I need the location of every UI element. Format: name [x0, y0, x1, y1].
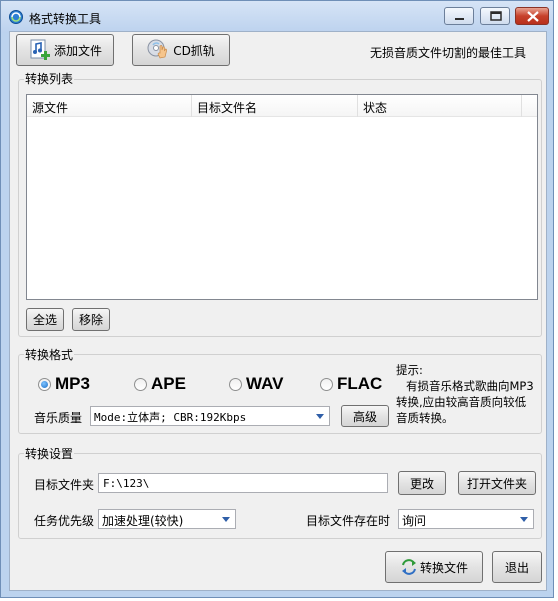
remove-label: 移除: [78, 313, 103, 327]
select-all-button[interactable]: 全选: [26, 308, 64, 331]
remove-button[interactable]: 移除: [72, 308, 110, 331]
format-radio-wav[interactable]: WAV: [229, 374, 283, 394]
cd-rip-button[interactable]: CD抓轨: [132, 34, 230, 66]
conversion-list-title: 转换列表: [24, 70, 75, 87]
select-all-label: 全选: [32, 313, 57, 327]
format-wav-label: WAV: [246, 374, 284, 393]
window-title: 格式转换工具: [29, 12, 102, 26]
priority-select[interactable]: 加速处理(较快): [98, 509, 236, 529]
cd-hand-icon: [147, 39, 168, 59]
format-group-title: 转换格式: [24, 346, 75, 363]
convert-button[interactable]: 转换文件: [385, 551, 483, 583]
advanced-label: 高级: [352, 409, 377, 424]
quality-select[interactable]: Mode:立体声; CBR:192Kbps: [90, 406, 330, 426]
quality-label: 音乐质量: [34, 411, 83, 425]
list-header: 源文件 目标文件名 状态: [27, 95, 537, 117]
quality-value: Mode:立体声; CBR:192Kbps: [94, 411, 247, 424]
format-mp3-label: MP3: [55, 374, 90, 393]
column-source-file[interactable]: 源文件: [32, 99, 68, 116]
advanced-button[interactable]: 高级: [341, 405, 389, 427]
slogan-text: 无损音质文件切割的最佳工具: [370, 46, 527, 60]
add-file-label: 添加文件: [53, 43, 102, 58]
column-target-name[interactable]: 目标文件名: [197, 99, 257, 116]
app-window: 格式转换工具 添加文件 CD抓轨 无损音质文件切割的最佳工具 转换列表 源文件 …: [0, 0, 554, 598]
add-file-button[interactable]: 添加文件: [16, 34, 114, 66]
close-button[interactable]: [515, 7, 549, 25]
file-exists-select[interactable]: 询问: [398, 509, 534, 529]
open-folder-button[interactable]: 打开文件夹: [458, 471, 536, 495]
format-ape-label: APE: [151, 374, 186, 393]
radio-indicator: [38, 377, 51, 391]
music-file-add-icon: [30, 39, 50, 60]
convert-label: 转换文件: [419, 560, 468, 575]
radio-indicator: [320, 377, 333, 391]
minimize-button[interactable]: [444, 7, 474, 25]
close-icon: [527, 11, 539, 22]
tip-line-3: 音质转换。: [396, 411, 454, 425]
priority-value: 加速处理(较快): [102, 514, 184, 528]
exit-label: 退出: [504, 560, 529, 575]
settings-group-title: 转换设置: [24, 445, 75, 462]
chevron-down-icon: [316, 414, 324, 419]
radio-indicator: [229, 377, 242, 391]
file-exists-label: 目标文件存在时: [306, 514, 391, 528]
file-exists-value: 询问: [402, 514, 427, 528]
radio-indicator: [134, 377, 147, 391]
tip-line-2: 转换,应由较高音质向较低: [396, 395, 527, 409]
title-bar[interactable]: 格式转换工具: [1, 1, 553, 33]
convert-arrows-icon: [401, 559, 416, 575]
tip-title: 提示:: [396, 363, 423, 377]
maximize-button[interactable]: [480, 7, 510, 25]
conversion-list[interactable]: 源文件 目标文件名 状态: [26, 94, 538, 300]
change-folder-button[interactable]: 更改: [398, 471, 446, 495]
client-area: 添加文件 CD抓轨 无损音质文件切割的最佳工具 转换列表 源文件 目标文件名 状…: [9, 31, 547, 591]
format-radio-ape[interactable]: APE: [134, 374, 186, 394]
maximize-icon: [490, 11, 502, 21]
chevron-down-icon: [520, 517, 528, 522]
chevron-down-icon: [222, 517, 230, 522]
exit-button[interactable]: 退出: [492, 551, 542, 583]
format-radio-mp3[interactable]: MP3: [38, 374, 90, 394]
change-label: 更改: [409, 476, 434, 491]
tip-line-1: 有损音乐格式歌曲向MP3: [406, 379, 534, 393]
app-icon: [9, 10, 23, 24]
cd-rip-label: CD抓轨: [173, 43, 215, 58]
format-tip: 提示: 有损音乐格式歌曲向MP3 转换,应由较高音质向较低 音质转换。: [396, 362, 546, 426]
target-folder-field[interactable]: [98, 473, 388, 493]
priority-label: 任务优先级: [34, 514, 95, 528]
open-folder-label: 打开文件夹: [466, 476, 527, 491]
format-radio-flac[interactable]: FLAC: [320, 374, 382, 394]
column-status[interactable]: 状态: [363, 99, 387, 116]
minimize-icon: [455, 18, 464, 20]
format-flac-label: FLAC: [337, 374, 383, 393]
target-folder-label: 目标文件夹: [34, 478, 95, 492]
target-folder-input[interactable]: [99, 474, 387, 492]
